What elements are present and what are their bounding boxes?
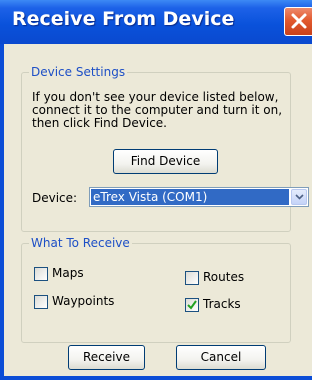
chevron-down-icon: [295, 194, 304, 200]
what-to-receive-group: What To Receive Maps Routes Waypoints Tr…: [21, 236, 291, 343]
tracks-checkbox[interactable]: [185, 298, 199, 312]
waypoints-checkbox[interactable]: [34, 295, 48, 309]
routes-checkbox[interactable]: [185, 271, 199, 285]
dropdown-button[interactable]: [291, 189, 307, 205]
device-select-value: eTrex Vista (COM1): [91, 189, 289, 205]
dialog-body: Device Settings If you don't see your de…: [4, 44, 312, 376]
close-button[interactable]: [284, 7, 312, 36]
close-icon: [291, 13, 307, 29]
device-settings-group: Device Settings If you don't see your de…: [21, 65, 309, 232]
window-title: Receive From Device: [12, 8, 235, 30]
checkmark-icon: [187, 300, 197, 310]
device-info-text: If you don't see your device listed belo…: [32, 91, 302, 130]
maps-label: Maps: [52, 266, 84, 280]
waypoints-label: Waypoints: [52, 294, 115, 308]
maps-checkbox[interactable]: [34, 267, 48, 281]
cancel-button[interactable]: Cancel: [176, 345, 266, 370]
what-to-receive-legend: What To Receive: [29, 236, 132, 250]
tracks-label: Tracks: [203, 297, 241, 311]
receive-dialog: Receive From Device Device Settings If y…: [0, 0, 312, 380]
device-label: Device:: [32, 191, 78, 205]
device-settings-legend: Device Settings: [29, 65, 128, 79]
routes-label: Routes: [203, 270, 245, 284]
info-line: then click Find Device.: [32, 116, 167, 130]
title-bar[interactable]: Receive From Device: [0, 0, 312, 44]
device-select[interactable]: eTrex Vista (COM1): [89, 187, 309, 207]
find-device-button[interactable]: Find Device: [113, 149, 218, 174]
receive-button[interactable]: Receive: [68, 345, 145, 370]
